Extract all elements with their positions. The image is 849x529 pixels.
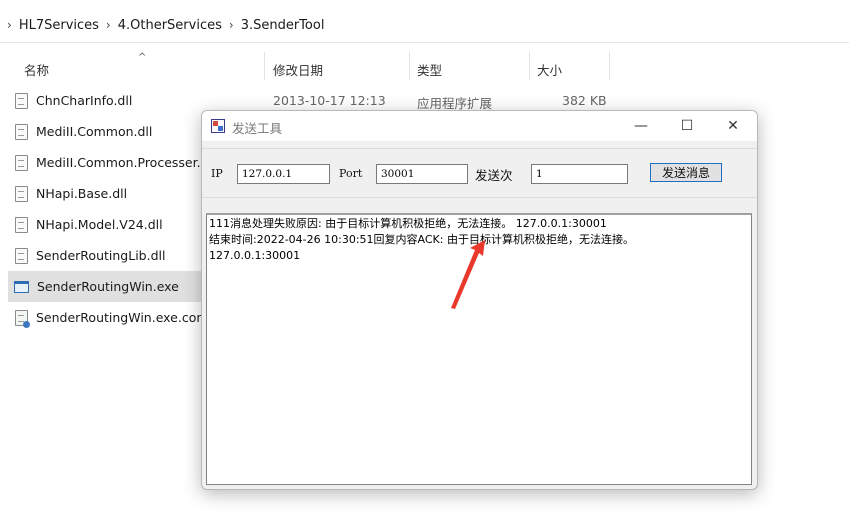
file-date: 2013-10-17 12:13: [273, 93, 386, 108]
file-row[interactable]: NHapi.Model.V24.dll: [8, 209, 204, 240]
window-title: 发送工具: [232, 121, 283, 136]
file-row[interactable]: MediII.Common.dll: [8, 116, 204, 147]
send-message-button[interactable]: 发送消息: [650, 163, 722, 182]
ip-label: IP: [211, 167, 223, 180]
dll-file-icon: [15, 123, 28, 140]
sort-ascending-icon: ^: [138, 52, 147, 63]
column-header-name[interactable]: 名称: [24, 60, 49, 79]
dll-file-icon: [15, 216, 28, 233]
port-label: Port: [339, 167, 363, 180]
file-name: SenderRoutingLib.dll: [36, 248, 166, 263]
dll-file-icon: [15, 185, 28, 202]
file-name: SenderRoutingWin.exe.config: [36, 310, 204, 325]
file-row[interactable]: SenderRoutingWin.exe.config: [8, 302, 204, 333]
port-input[interactable]: 30001: [376, 164, 468, 184]
dll-file-icon: [15, 154, 28, 171]
config-file-icon: [15, 309, 30, 328]
column-header-date[interactable]: 修改日期: [273, 60, 323, 79]
chevron-right-icon: ›: [228, 18, 234, 32]
divider: [202, 197, 757, 198]
window-titlebar[interactable]: 发送工具 — ☐ ✕: [202, 111, 757, 141]
column-headers: ^ 名称 修改日期 类型 大小: [0, 52, 849, 82]
breadcrumb-item[interactable]: 4.OtherServices: [118, 18, 222, 33]
chevron-right-icon: ›: [105, 18, 111, 32]
column-divider[interactable]: [409, 52, 410, 80]
column-divider[interactable]: [609, 52, 610, 80]
log-line: 111消息处理失败原因: 由于目标计算机积极拒绝，无法连接。 127.0.0.1…: [209, 217, 607, 230]
column-header-type[interactable]: 类型: [417, 60, 442, 79]
send-count-input[interactable]: 1: [531, 164, 628, 184]
app-icon: [211, 119, 225, 133]
file-row[interactable]: SenderRoutingLib.dll: [8, 240, 204, 271]
breadcrumb: › HL7Services › 4.OtherServices › 3.Send…: [0, 8, 849, 43]
breadcrumb-item[interactable]: HL7Services: [19, 18, 99, 33]
send-count-label: 发送次: [475, 168, 513, 183]
column-header-size[interactable]: 大小: [537, 60, 562, 79]
file-name: MediII.Common.dll: [36, 124, 153, 139]
file-list: ChnCharInfo.dll MediII.Common.dll MediII…: [8, 85, 204, 333]
ip-input[interactable]: 127.0.0.1: [237, 164, 330, 184]
breadcrumb-item[interactable]: 3.SenderTool: [241, 18, 325, 33]
column-divider[interactable]: [264, 52, 265, 80]
file-row[interactable]: NHapi.Base.dll: [8, 178, 204, 209]
file-name: ChnCharInfo.dll: [36, 93, 133, 108]
file-name: NHapi.Base.dll: [36, 186, 128, 201]
close-button[interactable]: ✕: [710, 111, 756, 141]
dll-file-icon: [15, 247, 28, 264]
maximize-button[interactable]: ☐: [664, 111, 710, 141]
file-name: MediII.Common.Processer.dll: [36, 155, 204, 170]
file-name: SenderRoutingWin.exe: [37, 279, 179, 294]
file-row-selected[interactable]: SenderRoutingWin.exe: [8, 271, 204, 302]
file-row[interactable]: MediII.Common.Processer.dll: [8, 147, 204, 178]
annotation-arrow-icon: [451, 240, 485, 309]
column-divider[interactable]: [529, 52, 530, 80]
minimize-button[interactable]: —: [618, 111, 664, 141]
divider: [202, 148, 757, 149]
file-size: 382 KB: [562, 93, 607, 108]
file-row[interactable]: ChnCharInfo.dll: [8, 85, 204, 116]
annotation-arrow-shape: [451, 240, 485, 309]
dll-file-icon: [15, 92, 28, 109]
chevron-right-icon: ›: [7, 18, 12, 32]
exe-file-icon: [14, 280, 29, 293]
file-name: NHapi.Model.V24.dll: [36, 217, 163, 232]
